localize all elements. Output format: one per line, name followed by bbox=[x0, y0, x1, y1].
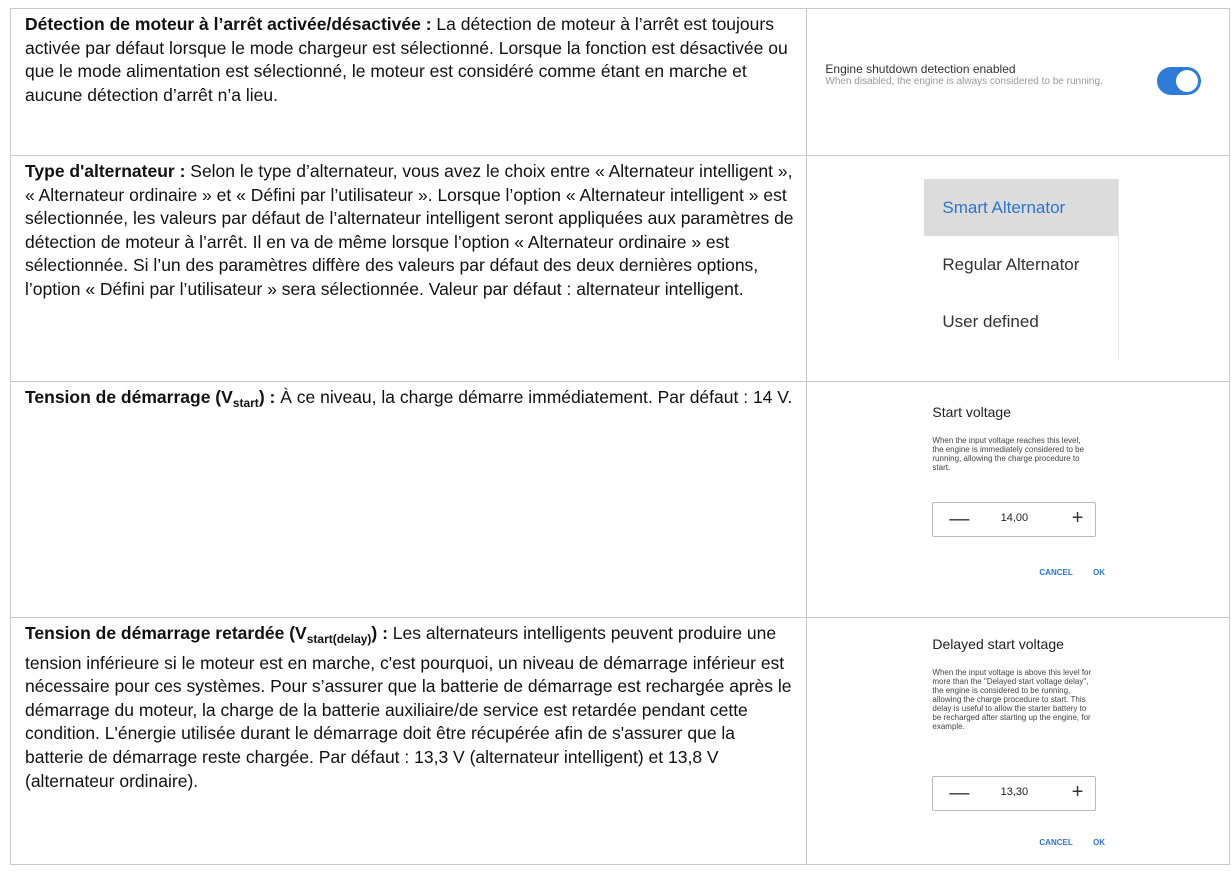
row-label-subscript: start(delay) bbox=[306, 632, 372, 646]
row-label: Tension de démarrage (V bbox=[25, 387, 233, 407]
description-cell: Tension de démarrage (Vstart) : À ce niv… bbox=[9, 381, 808, 618]
menu-item-regular-alternator[interactable]: Regular Alternator bbox=[924, 236, 1118, 293]
dialog-description: When the input voltage is above this lev… bbox=[932, 668, 1092, 731]
setting-description: When disabled, the engine is always cons… bbox=[825, 76, 1103, 87]
dialog-title: Delayed start voltage bbox=[932, 636, 1064, 652]
cancel-button[interactable]: CANCEL bbox=[1039, 838, 1072, 847]
screenshot-cell: Delayed start voltage When the input vol… bbox=[806, 617, 1230, 865]
menu-item-user-defined[interactable]: User defined bbox=[924, 293, 1118, 350]
description-cell: Tension de démarrage retardée (Vstart(de… bbox=[9, 617, 808, 865]
ok-button[interactable]: OK bbox=[1093, 838, 1105, 847]
table-row: Détection de moteur à l’arrêt activée/dé… bbox=[9, 8, 1230, 156]
row-label-end: ) : bbox=[371, 623, 388, 643]
row-label: Type d'alternateur : bbox=[25, 161, 186, 181]
screenshot-cell: Engine shutdown detection enabled When d… bbox=[806, 8, 1230, 156]
cancel-button[interactable]: CANCEL bbox=[1039, 568, 1072, 577]
screenshot-cell: Start voltage When the input voltage rea… bbox=[806, 381, 1230, 618]
row-text: Tension de démarrage (Vstart) : À ce niv… bbox=[11, 382, 806, 416]
row-body: À ce niveau, la charge démarre immédiate… bbox=[275, 387, 793, 407]
table-row: Tension de démarrage retardée (Vstart(de… bbox=[9, 617, 1230, 865]
dialog-title: Start voltage bbox=[932, 404, 1011, 420]
dialog-buttons: CANCEL OK bbox=[1039, 838, 1105, 847]
dialog-buttons: CANCEL OK bbox=[1039, 568, 1105, 577]
row-label: Tension de démarrage retardée (V bbox=[25, 623, 307, 643]
alternator-menu: Smart Alternator Regular Alternator User… bbox=[924, 179, 1120, 359]
dialog-description: When the input voltage reaches this leve… bbox=[932, 436, 1085, 472]
row-label-subscript: start bbox=[232, 396, 259, 410]
description-cell: Type d'alternateur : Selon le type d’alt… bbox=[9, 155, 808, 382]
description-cell: Détection de moteur à l’arrêt activée/dé… bbox=[9, 8, 808, 156]
ok-button[interactable]: OK bbox=[1093, 568, 1105, 577]
row-body: Les alternateurs intelligents peuvent pr… bbox=[25, 623, 792, 791]
menu-item-smart-alternator[interactable]: Smart Alternator bbox=[924, 179, 1119, 236]
row-label: Détection de moteur à l’arrêt activée/dé… bbox=[25, 14, 432, 34]
engine-detection-toggle[interactable] bbox=[1157, 67, 1202, 95]
screenshot-cell: Smart Alternator Regular Alternator User… bbox=[806, 155, 1230, 382]
plus-icon[interactable]: + bbox=[1072, 507, 1084, 530]
table-row: Type d'alternateur : Selon le type d’alt… bbox=[9, 155, 1230, 382]
row-label-end: ) : bbox=[258, 387, 276, 407]
row-text: Tension de démarrage retardée (Vstart(de… bbox=[11, 618, 806, 793]
start-voltage-dialog: Start voltage When the input voltage rea… bbox=[932, 404, 1132, 472]
settings-table: Détection de moteur à l’arrêt activée/dé… bbox=[9, 8, 1230, 865]
delayed-start-voltage-dialog: Delayed start voltage When the input vol… bbox=[932, 636, 1132, 731]
delayed-voltage-stepper: — 13,30 + bbox=[932, 776, 1097, 811]
row-body: Selon le type d’alternateur, vous avez l… bbox=[25, 161, 794, 299]
row-text: Détection de moteur à l’arrêt activée/dé… bbox=[11, 9, 806, 107]
plus-icon[interactable]: + bbox=[1072, 781, 1084, 804]
start-voltage-stepper: — 14,00 + bbox=[932, 502, 1097, 537]
row-text: Type d'alternateur : Selon le type d’alt… bbox=[11, 156, 806, 302]
setting-title: Engine shutdown detection enabled bbox=[825, 62, 1016, 76]
toggle-knob bbox=[1176, 70, 1199, 92]
table-row: Tension de démarrage (Vstart) : À ce niv… bbox=[9, 381, 1230, 618]
